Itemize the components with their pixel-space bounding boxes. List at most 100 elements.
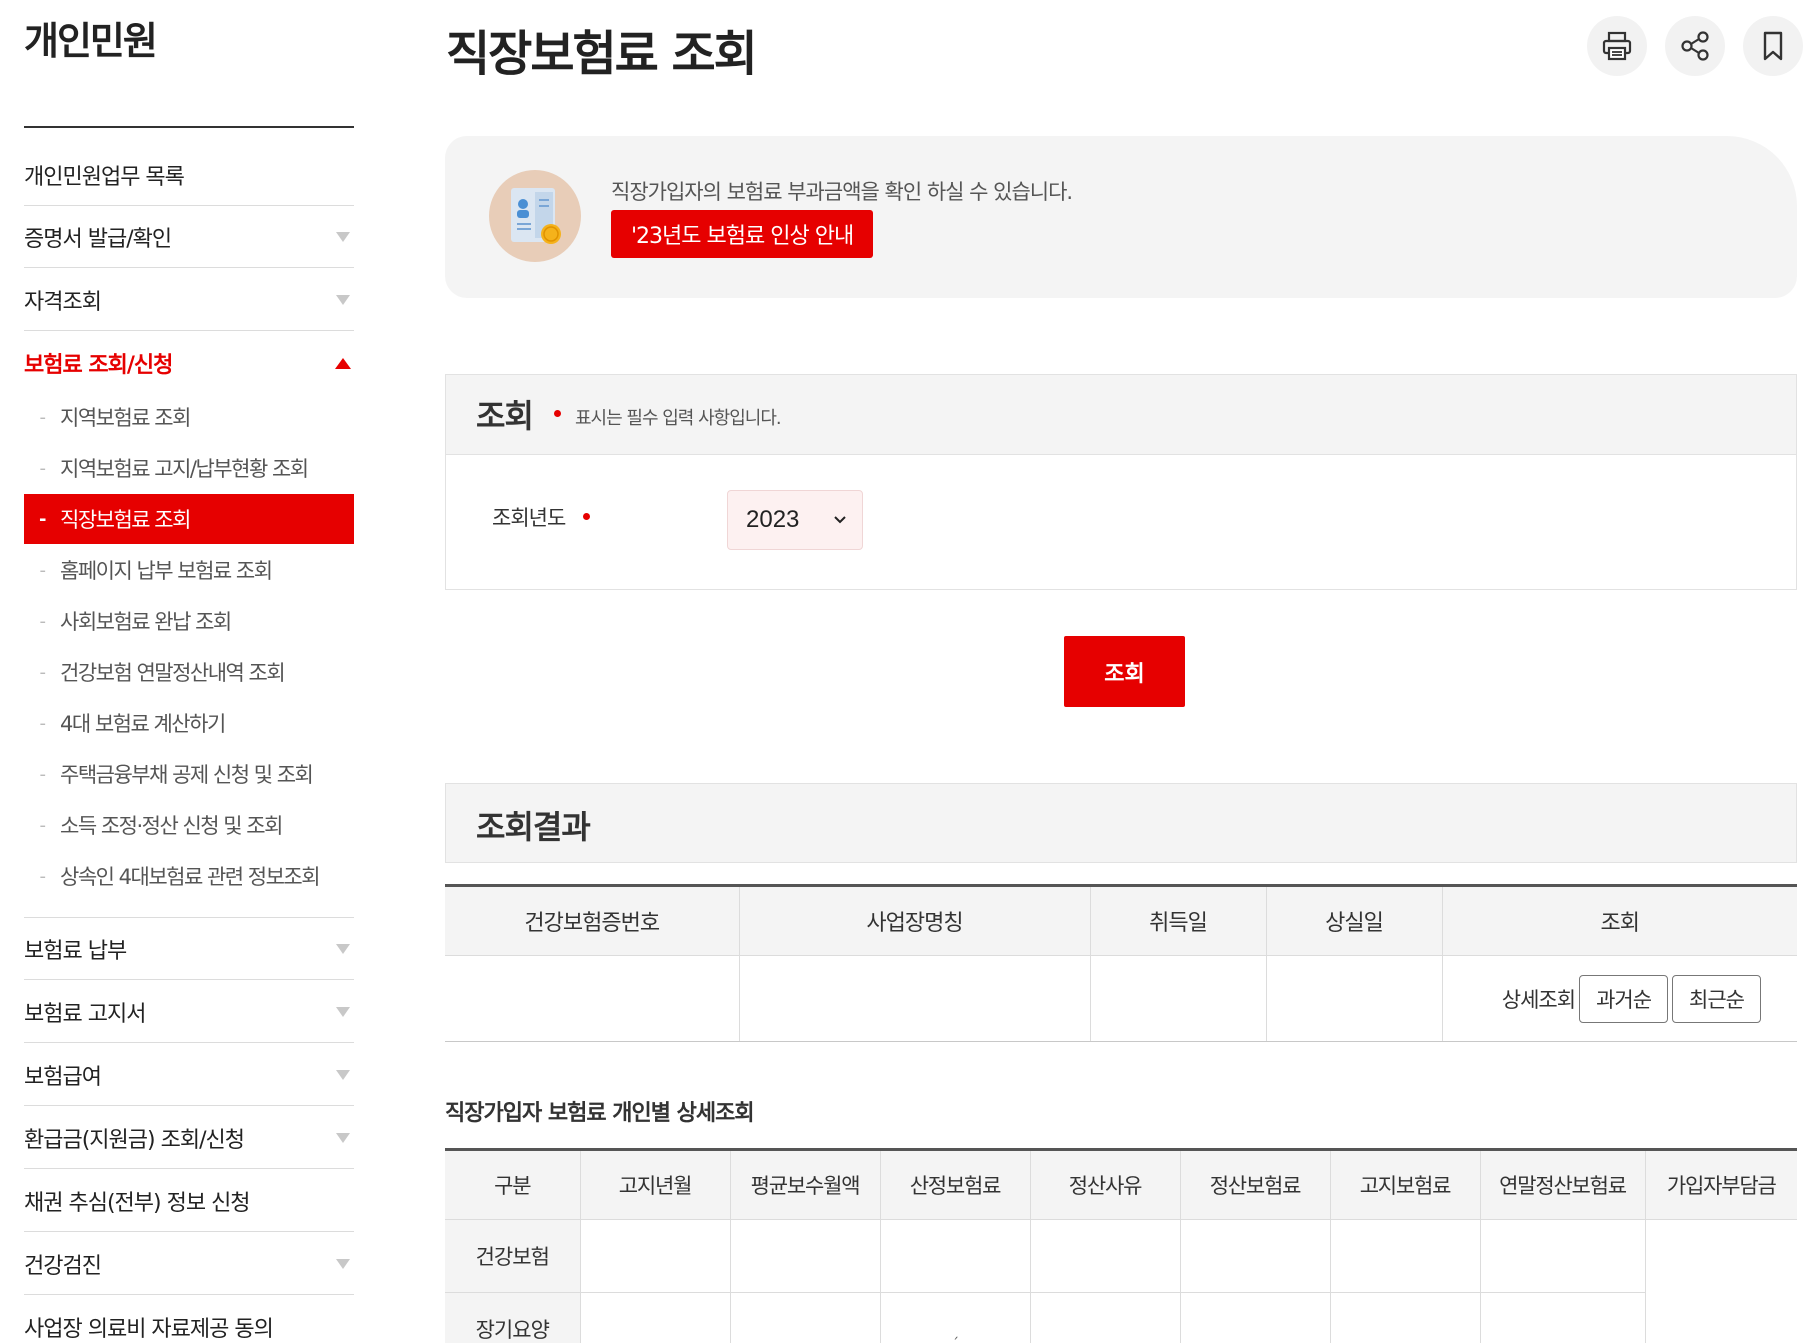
sidebar-subitem-income-adjust[interactable]: - 소득 조정·정산 신청 및 조회 (24, 800, 354, 850)
sidebar-subitem-calculator[interactable]: - 4대 보험료 계산하기 (24, 698, 354, 748)
share-button[interactable] (1665, 16, 1725, 76)
stray-mark: ˏ (952, 1324, 959, 1340)
table-cell (1479, 1219, 1645, 1293)
column-header: 연말정산보험료 (1479, 1149, 1645, 1220)
sidebar-subitem-regional-premium[interactable]: - 지역보험료 조회 (24, 392, 354, 442)
info-text: 직장가입자의 보험료 부과금액을 확인 하실 수 있습니다. (611, 180, 1073, 204)
required-dot-icon (554, 410, 561, 417)
column-header: 정산보험료 (1179, 1149, 1330, 1220)
sidebar-subitem-year-end[interactable]: - 건강보험 연말정산내역 조회 (24, 647, 354, 697)
table-cell (579, 1219, 730, 1293)
sidebar-item-civil-list[interactable]: 개인민원업무 목록 (24, 144, 354, 206)
table-cell (1179, 1292, 1330, 1343)
column-header: 조회 (1441, 885, 1797, 956)
year-label: 조회년도 (492, 506, 566, 530)
result-heading: 조회결과 (476, 808, 591, 846)
sidebar-item-label: 자격조회 (24, 289, 102, 315)
year-select[interactable]: 2023 (727, 490, 863, 550)
sidebar-subitem-label: 사회보험료 완납 조회 (60, 610, 232, 634)
column-header: 정산사유 (1029, 1149, 1180, 1220)
sidebar-subitem-label: 주택금융부채 공제 신청 및 조회 (60, 763, 314, 787)
column-header: 고지년월 (579, 1149, 730, 1220)
sidebar-item-notice[interactable]: 보험료 고지서 (24, 981, 354, 1043)
premium-increase-notice-button[interactable]: '23년도 보험료 인상 안내 (611, 210, 874, 258)
sidebar-item-refund[interactable]: 환급금(지원금) 조회/신청 (24, 1107, 354, 1169)
table-cell (1029, 1292, 1180, 1343)
sidebar-item-premium-inquiry[interactable]: 보험료 조회/신청 (24, 332, 354, 394)
detail-actions: 상세조회 과거순 최근순 (1443, 974, 1798, 1023)
sidebar-item-debt-collection[interactable]: 채권 추심(전부) 정보 신청 (24, 1170, 354, 1232)
sidebar-item-label: 보험급여 (24, 1064, 102, 1090)
sidebar-subitem-homepage-payment[interactable]: - 홈페이지 납부 보험료 조회 (24, 545, 354, 595)
result-table: 건강보험증번호 사업장명칭 취득일 상실일 조회 상세조회 과거순 최근순 (445, 884, 1797, 1042)
sidebar-subitem-regional-notice[interactable]: - 지역보험료 고지/납부현황 조회 (24, 443, 354, 493)
column-header: 고지보험료 (1329, 1149, 1480, 1220)
year-select-value: 2023 (746, 506, 800, 533)
document-coin-icon (489, 170, 581, 262)
sidebar-item-label: 채권 추심(전부) 정보 신청 (24, 1190, 251, 1216)
table-cell (1329, 1219, 1480, 1293)
chevron-down-icon (336, 231, 350, 242)
sidebar-item-label: 보험료 납부 (24, 938, 127, 964)
chevron-down-icon (336, 1258, 350, 1269)
table-cell (1265, 955, 1442, 1042)
search-button[interactable]: 조회 (1064, 636, 1185, 707)
dash-icon: - (39, 661, 47, 683)
sidebar-subitem-label: 지역보험료 고지/납부현황 조회 (60, 457, 309, 481)
sidebar-subitem-label: 소득 조정·정산 신청 및 조회 (60, 814, 283, 838)
print-button[interactable] (1587, 16, 1647, 76)
dash-icon: - (39, 457, 47, 479)
print-icon (1602, 31, 1632, 61)
sidebar-item-label: 보험료 조회/신청 (24, 353, 173, 378)
table-row: 상세조회 과거순 최근순 (445, 955, 1798, 1042)
sidebar-subitem-housing-debt[interactable]: - 주택금융부채 공제 신청 및 조회 (24, 749, 354, 799)
sidebar-subitem-label: 4대 보험료 계산하기 (60, 712, 226, 736)
sidebar-subitem-full-payment[interactable]: - 사회보험료 완납 조회 (24, 596, 354, 646)
sidebar-item-label: 보험료 고지서 (24, 1001, 146, 1027)
sidebar-item-certificates[interactable]: 증명서 발급/확인 (24, 206, 354, 268)
row-label: 장기요양 (445, 1292, 580, 1343)
sidebar-item-qualification[interactable]: 자격조회 (24, 269, 354, 331)
required-note: 표시는 필수 입력 사항입니다. (575, 408, 782, 429)
sidebar-item-medical-consent[interactable]: 사업장 의료비 자료제공 동의 (24, 1296, 354, 1343)
dash-icon: - (39, 559, 47, 581)
sidebar-title: 개인민원 (24, 19, 158, 63)
table-cell (879, 1219, 1030, 1293)
info-banner: 직장가입자의 보험료 부과금액을 확인 하실 수 있습니다. '23년도 보험료… (445, 136, 1797, 298)
sidebar-subitem-heir-info[interactable]: - 상속인 4대보험료 관련 정보조회 (24, 851, 354, 901)
table-row: 장기요양 ˏ (445, 1292, 1797, 1343)
chevron-down-icon (834, 516, 846, 524)
column-header: 건강보험증번호 (445, 885, 739, 956)
sidebar-item-label: 환급금(지원금) 조회/신청 (24, 1127, 245, 1153)
detail-title: 직장가입자 보험료 개인별 상세조회 (445, 1101, 755, 1126)
table-cell (1329, 1292, 1480, 1343)
chevron-down-icon (336, 1132, 350, 1143)
sidebar-subitem-label: 건강보험 연말정산내역 조회 (60, 661, 286, 685)
table-header-row: 구분 고지년월 평균보수월액 산정보험료 정산사유 정산보험료 고지보험료 연말… (445, 1149, 1797, 1220)
sidebar-item-payment[interactable]: 보험료 납부 (24, 918, 354, 980)
dash-icon: - (39, 763, 47, 785)
table-row: 건강보험 (445, 1219, 1797, 1343)
sidebar-item-benefits[interactable]: 보험급여 (24, 1044, 354, 1106)
dash-icon: - (39, 406, 47, 428)
dash-icon: - (39, 712, 47, 734)
sort-oldest-button[interactable]: 과거순 (1579, 974, 1669, 1023)
table-cell: 상세조회 과거순 최근순 (1441, 955, 1798, 1042)
table-cell (1089, 955, 1266, 1042)
dash-icon: - (39, 610, 47, 632)
share-icon (1681, 31, 1709, 61)
chevron-down-icon (336, 943, 350, 954)
sidebar-item-label: 사업장 의료비 자료제공 동의 (24, 1317, 274, 1342)
chevron-down-icon (336, 1006, 350, 1017)
sidebar-subitem-workplace-premium[interactable]: - 직장보험료 조회 (24, 494, 354, 544)
chevron-down-icon (336, 294, 350, 305)
sidebar-item-checkup[interactable]: 건강검진 (24, 1233, 354, 1295)
row-label: 건강보험 (445, 1219, 580, 1293)
column-header: 구분 (445, 1149, 580, 1220)
bookmark-button[interactable] (1743, 16, 1803, 76)
bookmark-icon (1763, 31, 1783, 61)
sidebar-item-label: 증명서 발급/확인 (24, 226, 172, 252)
sidebar-item-label: 건강검진 (24, 1253, 102, 1279)
sort-newest-button[interactable]: 최근순 (1672, 974, 1761, 1023)
table-cell: ˏ (879, 1292, 1030, 1343)
